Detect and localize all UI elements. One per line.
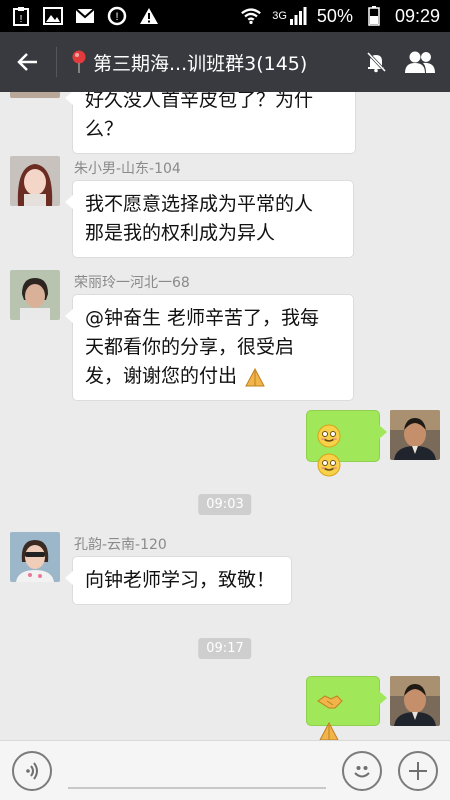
message-input[interactable] [68,753,326,789]
timestamp: 09:17 [198,638,252,659]
chat-title-text: 第三期海...训班群3(145) [93,52,308,75]
warning-clipboard-icon: ! [10,6,32,26]
sent-message-bubble[interactable] [306,676,387,740]
cell-signal: 3G [272,7,307,25]
clock: 09:29 [394,5,440,26]
message-line: 么？ [85,118,124,140]
emoji-button[interactable] [342,750,382,791]
back-arrow-icon [17,53,37,71]
message-list[interactable]: 好久没人首辛皮包了？为什 么？ 朱小男-山东-104 我不愿意选择成为平常的人 … [0,92,450,740]
network-type: 3G [272,10,287,22]
smile-face-emoji [317,424,341,447]
group-members-button[interactable] [398,32,442,92]
message-line: 我不愿意选择成为平常的人 [85,193,314,215]
chat-title[interactable]: 第三期海...训班群3(145) [57,49,354,76]
message-bubble[interactable]: 向钟老师学习，致敬！ [65,556,292,605]
battery-percent: 50% [316,5,353,26]
message-line: 那是我的权利成为异人 [85,222,276,244]
svg-text:!: ! [20,14,23,25]
input-bar [0,740,450,800]
avatar[interactable] [10,92,60,98]
plus-icon [409,761,427,780]
sender-name: 朱小男-山东-104 [74,161,181,177]
smile-face-emoji [317,453,341,476]
emoji-face-icon [354,765,370,777]
sender-name: 孔韵-云南-120 [74,537,167,553]
avatar[interactable] [10,270,60,320]
handshake-emoji [317,694,343,708]
more-actions-button[interactable] [398,750,438,791]
chat-header: 第三期海...训班群3(145) [0,32,450,92]
avatar[interactable] [10,156,60,206]
gallery-icon [42,6,64,26]
praying-hands-emoji [319,721,339,740]
message-bubble[interactable]: 好久没人首辛皮包了？为什 么？ [65,92,356,154]
timestamp: 09:03 [198,494,252,515]
message-line: 发，谢谢您的付出 [85,362,341,391]
wifi-icon [240,6,262,26]
message-line: 向钟老师学习，致敬！ [85,569,276,591]
signal-bars-icon [289,7,307,25]
my-avatar[interactable] [390,410,440,460]
muted-bell-icon [366,51,387,73]
warning-icon [138,6,160,26]
group-people-icon [405,51,435,73]
svg-text:!: ! [115,11,118,23]
status-bar: ! ! 3G 50% 09:29 [0,0,450,32]
mute-button[interactable] [354,32,398,92]
sent-message-bubble[interactable] [306,410,387,476]
message-line: @钟奋生 老师辛苦了，我每 [85,307,320,329]
voice-icon [26,761,38,780]
message-bubble[interactable]: 我不愿意选择成为平常的人 那是我的权利成为异人 [65,180,354,258]
back-button[interactable] [0,32,56,92]
sync-alert-icon: ! [106,6,128,26]
avatar[interactable] [10,532,60,582]
message-bubble[interactable]: @钟奋生 老师辛苦了，我每 天都看你的分享，很受启 发，谢谢您的付出 [65,294,354,401]
location-pin-icon [72,50,86,73]
message-line: 天都看你的分享，很受启 [85,336,295,358]
battery-icon [363,6,385,26]
my-avatar[interactable] [390,676,440,726]
mail-icon [74,6,96,26]
praying-hands-emoji [245,367,265,386]
voice-input-button[interactable] [12,750,52,791]
message-line: 好久没人首辛皮包了？为什 [85,92,314,111]
sender-name: 荣丽玲一河北一68 [74,275,190,291]
